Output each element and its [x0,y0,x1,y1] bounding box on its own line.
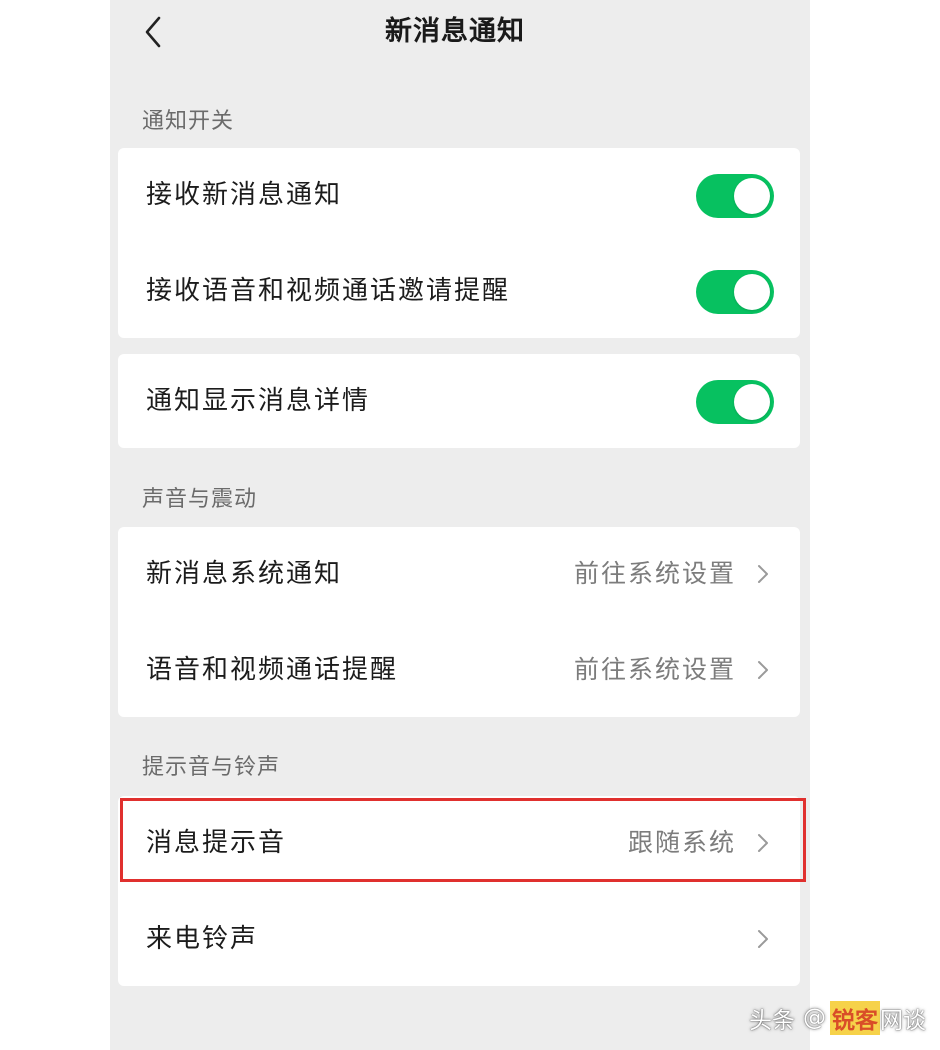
ringtones-card: 消息提示音 跟随系统 来电铃声 [118,796,800,986]
list-item-system-notification[interactable]: 新消息系统通知 前往系统设置 [118,527,800,621]
notify-detail-card: 通知显示消息详情 [118,354,800,448]
row-label: 语音和视频通话提醒 [146,655,399,685]
row-value: 前往系统设置 [573,559,736,588]
sound-vibration-card: 新消息系统通知 前往系统设置 语音和视频通话提醒 前往系统设置 [118,527,800,717]
section-header-ringtones: 提示音与铃声 [142,755,281,780]
call-invite-reminder-toggle[interactable] [696,270,774,314]
receive-new-message-toggle[interactable] [696,174,774,218]
watermark-source: 头条 [749,1008,795,1034]
row-label: 接收语音和视频通话邀请提醒 [146,276,511,306]
watermark-brand: 锐客 [830,1001,880,1035]
list-item-call-reminder[interactable]: 语音和视频通话提醒 前往系统设置 [118,623,800,717]
toggle-knob [734,274,770,310]
row-label: 新消息系统通知 [146,559,343,589]
list-item-receive-new-message: 接收新消息通知 [118,148,800,242]
chevron-right-icon [758,834,768,852]
toggle-knob [734,384,770,420]
list-item-message-tone[interactable]: 消息提示音 跟随系统 [118,796,800,890]
watermark: 头条 @ 锐客 网谈 [749,1000,926,1036]
page-title: 新消息通知 [385,16,525,47]
list-item-call-invite-reminder: 接收语音和视频通话邀请提醒 [118,244,800,338]
show-message-details-toggle[interactable] [696,380,774,424]
row-value: 跟随系统 [627,828,736,857]
section-header-notify-switch: 通知开关 [142,109,235,134]
row-label: 通知显示消息详情 [146,386,371,416]
settings-screen: 新消息通知 通知开关 接收新消息通知 接收语音和视频通话邀请提醒 通知显示消息详… [110,0,810,1050]
notify-switch-card: 接收新消息通知 接收语音和视频通话邀请提醒 [118,148,800,338]
row-label: 接收新消息通知 [146,180,343,210]
toggle-knob [734,178,770,214]
list-item-ringtone[interactable]: 来电铃声 [118,892,800,986]
chevron-right-icon [758,930,768,948]
watermark-suffix: 网谈 [880,1008,926,1034]
row-label: 消息提示音 [146,828,287,858]
nav-bar: 新消息通知 [110,0,810,68]
row-label: 来电铃声 [146,924,259,954]
chevron-right-icon [758,661,768,679]
watermark-at: @ [803,1005,826,1031]
chevron-right-icon [758,565,768,583]
section-header-sound-vibration: 声音与震动 [142,487,258,512]
list-item-show-message-details: 通知显示消息详情 [118,354,800,448]
row-value: 前往系统设置 [573,655,736,684]
